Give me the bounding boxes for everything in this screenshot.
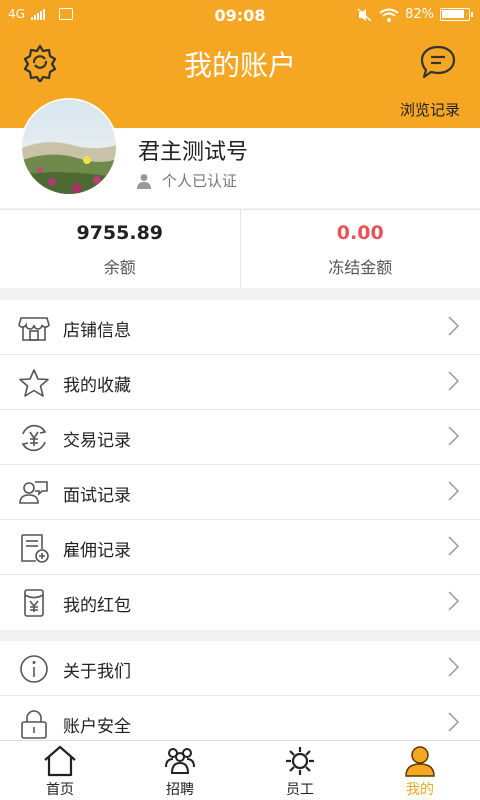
lock-icon <box>21 710 47 739</box>
menu-label: 我的红包 <box>63 596 131 616</box>
menu-label: 账户安全 <box>63 717 131 737</box>
frozen-item[interactable]: 0.00 冻结金额 <box>239 210 480 288</box>
tab-label: 招聘 <box>166 782 194 798</box>
chevron-right-icon <box>448 712 460 732</box>
chevron-right-icon <box>448 657 460 677</box>
frozen-label: 冻结金额 <box>328 258 393 277</box>
frozen-value: 0.00 <box>336 222 384 244</box>
menu-label: 店铺信息 <box>63 321 131 341</box>
menu-label: 我的收藏 <box>63 376 131 396</box>
chevron-right-icon <box>448 536 460 556</box>
menu-group-main: 店铺信息 我的收藏 交易记录 面试记录 雇佣记录 我的红包 <box>0 300 480 630</box>
menu-item-store-info[interactable]: 店铺信息 <box>0 300 480 355</box>
chevron-right-icon <box>448 591 460 611</box>
tab-recruit[interactable]: 招聘 <box>120 741 240 800</box>
wifi-icon <box>379 8 399 22</box>
menu-item-account-security[interactable]: 账户安全 <box>0 696 480 740</box>
browse-history-link[interactable]: 浏览记录 <box>400 99 460 120</box>
user-name: 君主测试号 <box>138 140 249 165</box>
person-icon <box>137 173 151 189</box>
people-chat-icon <box>19 481 48 504</box>
balance-item[interactable]: 9755.89 余额 <box>0 210 240 288</box>
user-icon <box>405 746 435 777</box>
tab-home[interactable]: 首页 <box>0 741 120 800</box>
chevron-right-icon <box>448 426 460 446</box>
battery-icon <box>440 8 473 21</box>
menu-item-about-us[interactable]: 关于我们 <box>0 641 480 696</box>
tab-staff[interactable]: 员工 <box>240 741 360 800</box>
bottom-tab-bar: 首页 招聘 员工 我的 <box>0 740 480 800</box>
chevron-right-icon <box>448 316 460 336</box>
menu-label: 面试记录 <box>63 486 131 506</box>
store-icon <box>18 317 50 341</box>
menu-item-employment[interactable]: 雇佣记录 <box>0 520 480 575</box>
menu-label: 交易记录 <box>63 431 131 451</box>
verification-status: 个人已认证 <box>136 170 237 191</box>
document-add-icon <box>21 534 49 563</box>
red-envelope-icon <box>24 589 44 617</box>
battery-percent: 82% <box>405 7 434 22</box>
chevron-right-icon <box>448 371 460 391</box>
recruit-icon <box>165 748 195 774</box>
home-icon <box>44 745 76 777</box>
menu-label: 关于我们 <box>63 662 131 682</box>
chevron-right-icon <box>448 481 460 501</box>
tab-mine[interactable]: 我的 <box>360 741 480 800</box>
tab-label: 员工 <box>286 782 314 798</box>
menu-group-other: 关于我们 账户安全 <box>0 641 480 740</box>
message-icon[interactable] <box>418 42 458 82</box>
menu-item-favorites[interactable]: 我的收藏 <box>0 355 480 410</box>
balance-value: 9755.89 <box>76 222 164 244</box>
info-icon <box>20 655 48 683</box>
menu-item-transactions[interactable]: 交易记录 <box>0 410 480 465</box>
yen-cycle-icon <box>21 424 47 452</box>
menu-item-red-envelope[interactable]: 我的红包 <box>0 575 480 630</box>
star-icon <box>19 369 49 397</box>
verification-text: 个人已认证 <box>162 172 238 190</box>
menu-item-interviews[interactable]: 面试记录 <box>0 465 480 520</box>
balance-label: 余额 <box>103 258 136 277</box>
menu-label: 雇佣记录 <box>63 541 131 561</box>
tab-label: 我的 <box>406 782 434 798</box>
mute-icon <box>357 7 372 22</box>
tab-label: 首页 <box>46 782 74 798</box>
status-bar: 4G 09:08 82% <box>0 0 480 32</box>
balance-panel: 9755.89 余额 0.00 冻结金额 <box>0 209 480 288</box>
avatar[interactable] <box>20 98 118 196</box>
page-title: 我的账户 <box>183 49 296 82</box>
staff-gear-icon <box>286 747 314 775</box>
